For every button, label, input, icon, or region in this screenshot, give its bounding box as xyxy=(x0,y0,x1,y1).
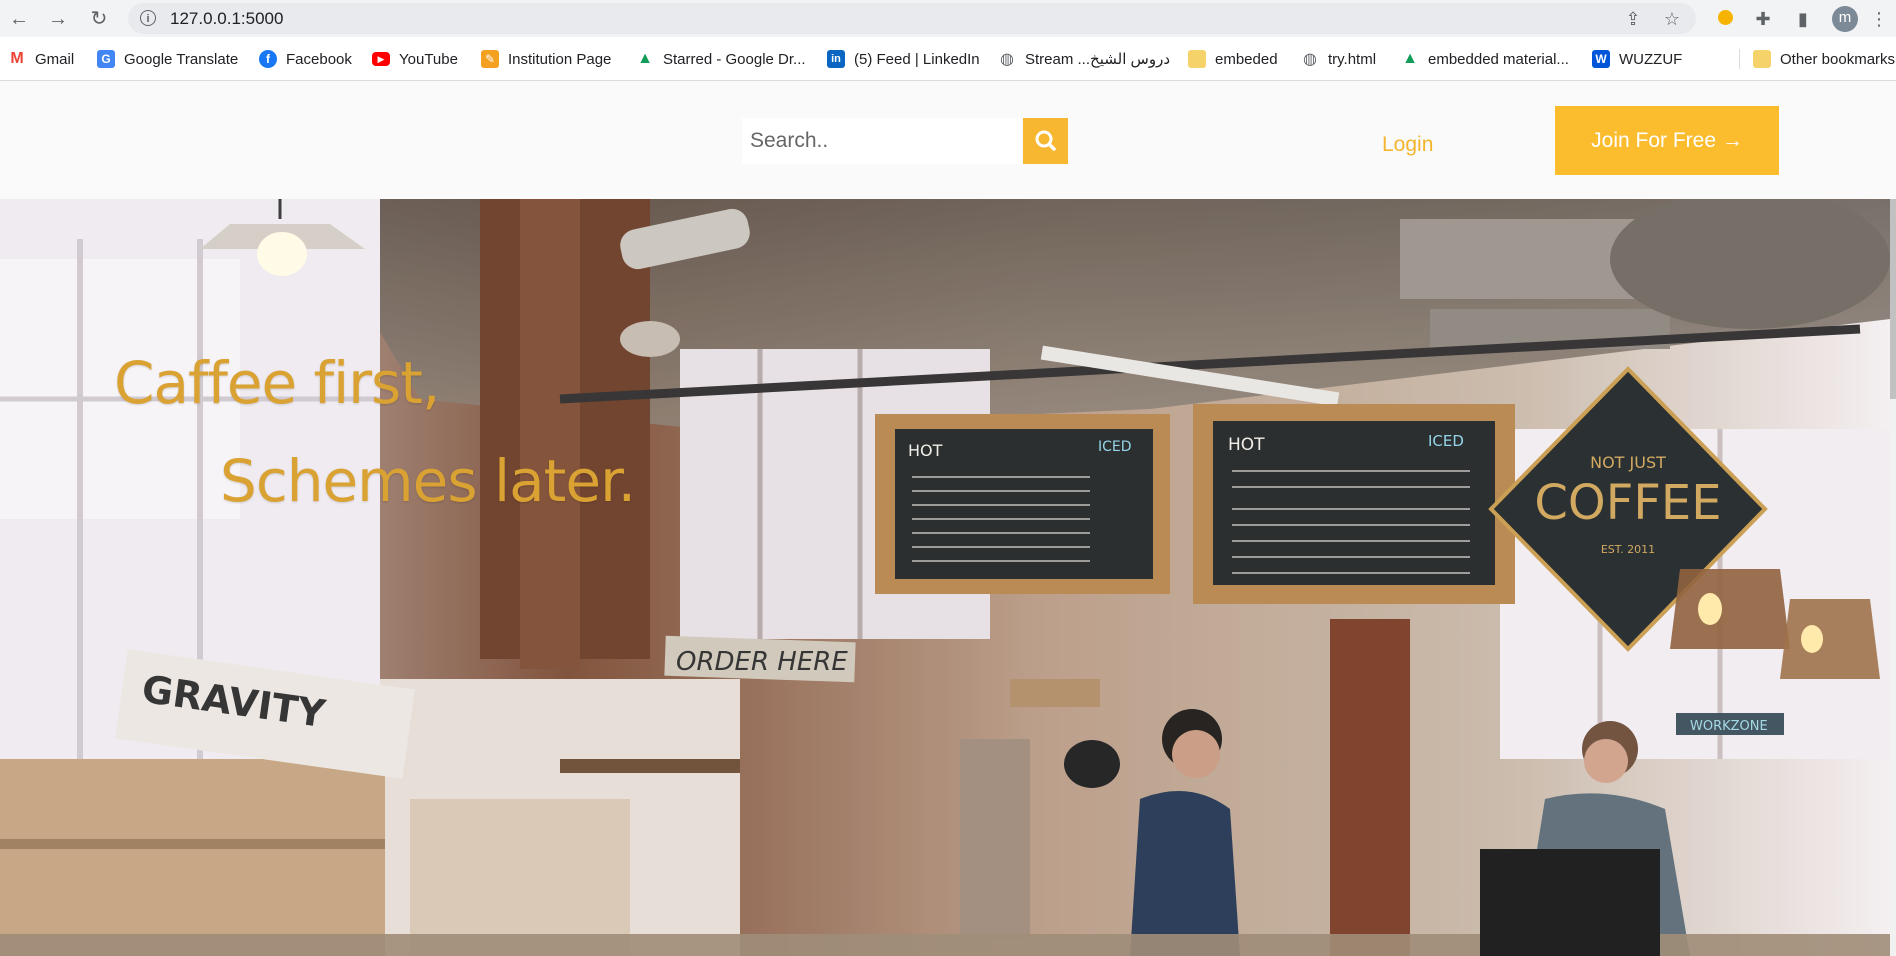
extensions-puzzle-icon[interactable]: ✚ xyxy=(1752,8,1774,30)
pencil-icon: ✎ xyxy=(481,50,499,68)
globe-icon: ◍ xyxy=(1000,51,1014,68)
other-bookmarks-folder[interactable]: Other bookmarks xyxy=(1753,48,1895,70)
url-text[interactable]: 127.0.0.1:5000 xyxy=(170,9,283,29)
bookmark-label: YouTube xyxy=(399,50,458,68)
youtube-icon: ▶ xyxy=(372,52,390,66)
scrollbar-thumb[interactable] xyxy=(1890,199,1896,399)
bookmark-linkedin[interactable]: in (5) Feed | LinkedIn xyxy=(827,48,980,70)
bookmark-embedded-material[interactable]: ▲ embedded material... xyxy=(1401,48,1569,70)
web-page: Login Join For Free → xyxy=(0,81,1896,956)
google-drive-icon: ▲ xyxy=(1402,50,1418,67)
hero-headline-line1: Caffee first, xyxy=(114,349,440,417)
login-link[interactable]: Login xyxy=(1382,133,1433,157)
more-menu-icon[interactable]: ⋮ xyxy=(1868,8,1890,30)
back-arrow-icon[interactable]: ← xyxy=(8,8,30,30)
site-header: Login Join For Free → xyxy=(0,81,1896,199)
bookmark-label: Stream ...دروس الشيخ xyxy=(1025,51,1171,68)
address-bar[interactable]: i 127.0.0.1:5000 ⇪ ☆ xyxy=(128,3,1696,34)
coffee-shop-photo: HOT ICED HOT ICED NOT JUST COFFEE EST. 2… xyxy=(0,199,1890,956)
bookmark-label: Gmail xyxy=(35,50,75,68)
bookmark-folder-embeded[interactable]: embeded xyxy=(1188,48,1278,70)
browser-toolbar: ← → ↻ i 127.0.0.1:5000 ⇪ ☆ ✚ ▮ m ⋮ xyxy=(0,0,1896,37)
forward-arrow-icon[interactable]: → xyxy=(47,8,69,30)
join-for-free-button[interactable]: Join For Free → xyxy=(1555,106,1779,175)
bookmark-label: embeded xyxy=(1215,50,1278,68)
search-icon xyxy=(1035,130,1056,151)
bookmark-gmail[interactable]: M Gmail xyxy=(8,48,74,70)
bookmark-stream[interactable]: ◍ Stream ...دروس الشيخ xyxy=(998,48,1170,70)
bookmark-wuzzuf[interactable]: W WUZZUF xyxy=(1592,48,1682,70)
wuzzuf-icon: W xyxy=(1592,50,1610,68)
bookmark-institution-page[interactable]: ✎ Institution Page xyxy=(481,48,611,70)
bookmark-label: try.html xyxy=(1328,50,1377,68)
page-scrollbar[interactable] xyxy=(1890,199,1896,956)
facebook-icon: f xyxy=(259,50,277,68)
bookmarks-separator xyxy=(1739,49,1740,69)
bookmark-youtube[interactable]: ▶ YouTube xyxy=(372,48,458,70)
globe-icon: ◍ xyxy=(1303,51,1317,68)
bookmark-label: Facebook xyxy=(286,50,352,68)
search-button[interactable] xyxy=(1023,118,1068,164)
bookmark-label: (5) Feed | LinkedIn xyxy=(854,50,980,68)
bookmark-label: WUZZUF xyxy=(1619,50,1683,68)
bookmark-star-icon[interactable]: ☆ xyxy=(1662,9,1682,29)
linkedin-icon: in xyxy=(827,50,845,68)
bookmark-starred-google-drive[interactable]: ▲ Starred - Google Dr... xyxy=(636,48,806,70)
hero-banner: HOT ICED HOT ICED NOT JUST COFFEE EST. 2… xyxy=(0,199,1890,956)
folder-icon xyxy=(1753,50,1771,68)
other-bookmarks-label: Other bookmarks xyxy=(1780,50,1896,68)
bookmarks-bar: M Gmail G Google Translate f Facebook ▶ … xyxy=(0,37,1896,81)
profile-avatar[interactable]: m xyxy=(1832,6,1858,32)
hero-headline-line2: Schemes later. xyxy=(220,447,636,515)
folder-icon xyxy=(1188,50,1206,68)
bookmark-try-html[interactable]: ◍ try.html xyxy=(1301,48,1376,70)
bookmark-label: embedded material... xyxy=(1428,50,1569,68)
site-info-icon[interactable]: i xyxy=(140,10,156,26)
side-panel-icon[interactable]: ▮ xyxy=(1792,8,1814,30)
gmail-icon: M xyxy=(10,50,24,67)
bookmark-google-translate[interactable]: G Google Translate xyxy=(97,48,238,70)
bookmark-label: Institution Page xyxy=(508,50,612,68)
bookmark-label: Google Translate xyxy=(124,50,239,68)
search-input[interactable] xyxy=(742,118,1022,164)
share-icon[interactable]: ⇪ xyxy=(1623,9,1643,29)
google-drive-icon: ▲ xyxy=(637,50,653,67)
bookmark-label: Starred - Google Dr... xyxy=(663,50,806,68)
extension-coin-icon[interactable] xyxy=(1714,8,1736,30)
translate-icon: G xyxy=(97,50,115,68)
reload-icon[interactable]: ↻ xyxy=(88,8,110,30)
bookmark-facebook[interactable]: f Facebook xyxy=(259,48,352,70)
